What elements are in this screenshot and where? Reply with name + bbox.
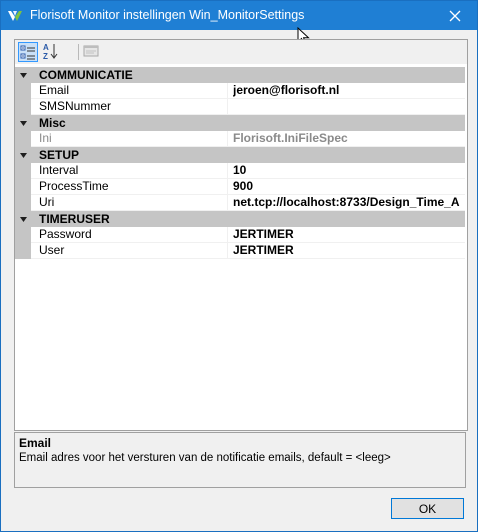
- collapse-toggle-icon[interactable]: [19, 151, 28, 160]
- row-gutter: [15, 99, 31, 115]
- property-row[interactable]: Ini Florisoft.IniFileSpec: [15, 131, 465, 147]
- property-value[interactable]: JERTIMER: [233, 243, 465, 258]
- property-value[interactable]: [233, 99, 465, 114]
- row-gutter: [15, 163, 31, 179]
- collapse-toggle-icon[interactable]: [19, 119, 28, 128]
- property-pages-icon: [83, 45, 99, 57]
- property-rows: COMMUNICATIE Email jeroen@florisoft.nl SMSN…: [15, 67, 465, 259]
- description-text: Email adres voor het versturen van de no…: [19, 452, 391, 464]
- property-row[interactable]: Email jeroen@florisoft.nl: [15, 83, 465, 99]
- property-name[interactable]: Uri: [31, 195, 228, 210]
- property-row[interactable]: ProcessTime 900: [15, 179, 465, 195]
- svg-text:Z: Z: [43, 52, 48, 60]
- collapse-toggle-icon[interactable]: [19, 215, 28, 224]
- florisoft-logo-icon: [8, 11, 22, 21]
- property-name[interactable]: SMSNummer: [31, 99, 228, 114]
- property-name[interactable]: User: [31, 243, 228, 258]
- property-row[interactable]: Uri net.tcp://localhost:8733/Design_Time_…: [15, 195, 465, 211]
- categorized-icon: [20, 45, 35, 60]
- property-name[interactable]: ProcessTime: [31, 179, 228, 194]
- row-gutter: [15, 83, 31, 99]
- row-gutter: [15, 195, 31, 211]
- property-grid-toolbar: A Z: [15, 40, 467, 64]
- property-name[interactable]: Password: [31, 227, 228, 242]
- property-row[interactable]: Password JERTIMER: [15, 227, 465, 243]
- property-value[interactable]: 900: [233, 179, 465, 194]
- ok-button-label: OK: [418, 501, 437, 516]
- row-gutter: [15, 131, 31, 147]
- property-value[interactable]: JERTIMER: [233, 227, 465, 242]
- categorized-button[interactable]: [18, 42, 38, 62]
- category-row[interactable]: TIMERUSER: [15, 211, 465, 227]
- property-name[interactable]: Ini: [31, 131, 228, 146]
- close-button[interactable]: [433, 1, 477, 30]
- settings-window: Florisoft Monitor instellingen Win_Monit…: [0, 0, 478, 532]
- category-label: COMMUNICATIE: [39, 68, 133, 82]
- row-gutter: [15, 243, 31, 259]
- row-gutter: [15, 227, 31, 243]
- property-row[interactable]: User JERTIMER: [15, 243, 465, 259]
- collapse-toggle-icon[interactable]: [19, 71, 28, 80]
- category-row[interactable]: SETUP: [15, 147, 465, 163]
- close-icon: [449, 10, 461, 21]
- property-name[interactable]: Email: [31, 83, 228, 98]
- property-value[interactable]: net.tcp://localhost:8733/Design_Time_A: [233, 195, 465, 210]
- property-value[interactable]: 10: [233, 163, 465, 178]
- property-value[interactable]: jeroen@florisoft.nl: [233, 83, 465, 98]
- alphabetical-sort-icon: A Z: [43, 43, 58, 61]
- property-name[interactable]: Interval: [31, 163, 228, 178]
- property-value[interactable]: Florisoft.IniFileSpec: [233, 131, 465, 146]
- category-row[interactable]: COMMUNICATIE: [15, 67, 465, 83]
- description-panel: Email Email adres voor het versturen van…: [14, 432, 466, 488]
- property-row[interactable]: Interval 10: [15, 163, 465, 179]
- category-label: TIMERUSER: [39, 212, 110, 226]
- property-pages-button[interactable]: [82, 42, 102, 62]
- svg-text:A: A: [43, 43, 49, 52]
- category-row[interactable]: Misc: [15, 115, 465, 131]
- description-title: Email: [19, 436, 52, 450]
- alphabetical-button[interactable]: A Z: [41, 42, 61, 62]
- property-row[interactable]: SMSNummer: [15, 99, 465, 115]
- row-gutter: [15, 179, 31, 195]
- ok-button[interactable]: OK: [391, 498, 464, 519]
- toolbar-separator: [78, 44, 79, 60]
- category-label: Misc: [39, 116, 66, 130]
- property-grid: A Z COMMUNICATIE Email jeroen@florisoft.nl…: [14, 39, 468, 431]
- title-bar[interactable]: Florisoft Monitor instellingen Win_Monit…: [1, 1, 477, 30]
- category-label: SETUP: [39, 148, 80, 162]
- window-title: Florisoft Monitor instellingen Win_Monit…: [30, 8, 305, 22]
